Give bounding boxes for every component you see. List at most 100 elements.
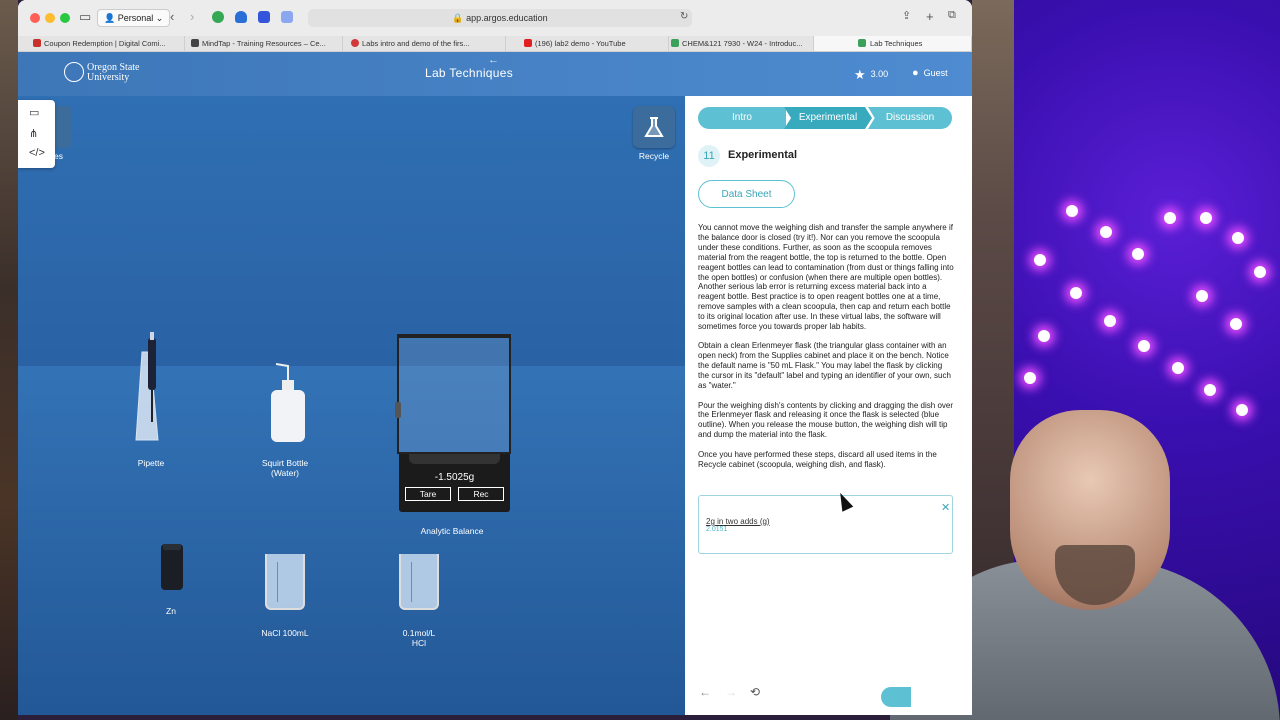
- view-tools-panel: ▭ ⋔ </>: [18, 100, 55, 168]
- step-number-badge: 11: [698, 145, 720, 167]
- balance-door-handle[interactable]: [395, 402, 401, 418]
- instruction-text: You cannot move the weighing dish and tr…: [698, 223, 954, 479]
- back-icon[interactable]: ‹: [170, 9, 174, 24]
- zn-bottle-cap: [163, 544, 181, 550]
- step-intro[interactable]: Intro: [698, 107, 786, 129]
- pipette-label: Pipette: [137, 458, 165, 468]
- zn-bottle[interactable]: [161, 544, 183, 590]
- step-title: Experimental: [728, 149, 798, 161]
- share-icon[interactable]: ⇪: [902, 9, 911, 22]
- hierarchy-icon[interactable]: ⋔: [29, 127, 38, 140]
- tab-favicon: [524, 39, 532, 47]
- tab-favicon: [33, 39, 41, 47]
- user-menu[interactable]: ● Guest: [912, 67, 948, 79]
- profile-name: Personal: [117, 13, 154, 23]
- minimize-window-button[interactable]: [45, 13, 55, 23]
- tab-label: Labs intro and demo of the firs...: [362, 39, 470, 48]
- record-button[interactable]: Rec: [458, 487, 504, 501]
- close-icon[interactable]: ✕: [941, 501, 950, 514]
- forward-icon[interactable]: ›: [190, 9, 194, 24]
- argos-app: Oregon State University Lab Techniques ← …: [18, 52, 972, 715]
- tab-coupon[interactable]: Coupon Redemption | Digital Comi...: [30, 36, 185, 51]
- browser-toolbar: ▭ 👤 Personal ⌄ ‹ › 🔒 app.argos.education…: [18, 0, 972, 36]
- close-window-button[interactable]: [30, 13, 40, 23]
- cloud-extension-icon[interactable]: [235, 11, 247, 23]
- previous-step-icon[interactable]: ←: [699, 685, 711, 699]
- tab-favicon: [858, 39, 866, 47]
- submit-button[interactable]: [881, 687, 911, 707]
- nacl-label: NaCl 100mL: [261, 628, 309, 638]
- recycle-flask-icon: [644, 117, 664, 137]
- app-header: Oregon State University Lab Techniques ← …: [18, 52, 972, 96]
- recycle-button[interactable]: [633, 106, 675, 148]
- tab-overview-icon[interactable]: ⧉: [948, 9, 956, 22]
- instruction-paragraph: You cannot move the weighing dish and tr…: [698, 223, 954, 332]
- analytic-balance[interactable]: -1.5025g Tare Rec: [399, 454, 510, 512]
- tab-labs-intro[interactable]: Labs intro and demo of the firs...: [348, 36, 506, 51]
- balance-readout: -1.5025g: [434, 472, 475, 483]
- nacl-beaker[interactable]: [265, 554, 305, 610]
- star-icon: ★: [854, 67, 866, 82]
- hcl-beaker[interactable]: [399, 554, 439, 610]
- user-icon: ●: [912, 67, 919, 79]
- reload-icon[interactable]: ↻: [680, 11, 688, 22]
- profile-switcher[interactable]: 👤 Personal ⌄: [97, 9, 171, 27]
- instruction-paragraph: Obtain a clean Erlenmeyer flask (the tri…: [698, 341, 951, 391]
- tab-strip: Coupon Redemption | Digital Comi... Mind…: [18, 36, 972, 52]
- url-text: app.argos.education: [466, 13, 548, 23]
- recycle-label: Recycle: [638, 151, 670, 161]
- squirt-bottle-label-line2: (Water): [270, 468, 299, 478]
- instruction-panel: Intro Experimental Discussion 11 Experim…: [685, 96, 972, 715]
- desktop-background-left: [0, 0, 18, 720]
- tab-lab-techniques[interactable]: Lab Techniques: [814, 36, 972, 51]
- tab-favicon: [351, 39, 359, 47]
- beaker-graduations: [277, 562, 295, 602]
- panel-footer-nav: ← → ⟲: [695, 685, 965, 705]
- grammarly-extension-icon[interactable]: [212, 11, 224, 23]
- squirt-bottle[interactable]: [268, 362, 306, 444]
- monitor-icon[interactable]: ▭: [29, 106, 39, 119]
- new-tab-icon[interactable]: +: [926, 9, 934, 24]
- browser-window: ▭ 👤 Personal ⌄ ‹ › 🔒 app.argos.education…: [18, 0, 972, 715]
- address-bar[interactable]: 🔒 app.argos.education: [308, 9, 692, 27]
- hcl-label-line1: 0.1mol/L: [402, 628, 436, 638]
- data-sheet-button[interactable]: Data Sheet: [698, 180, 795, 208]
- step-navigation: Intro Experimental Discussion: [698, 107, 952, 129]
- tab-favicon: [191, 39, 199, 47]
- instruction-paragraph: Once you have performed these steps, dis…: [698, 449, 937, 469]
- tab-label: (196) lab2 demo - YouTube: [535, 39, 626, 48]
- zoom-window-button[interactable]: [60, 13, 70, 23]
- next-step-icon[interactable]: →: [725, 685, 737, 699]
- step-experimental[interactable]: Experimental: [784, 107, 872, 129]
- tab-youtube[interactable]: (196) lab2 demo - YouTube: [521, 36, 669, 51]
- squirt-bottle-label: Squirt Bottle (Water): [248, 458, 322, 478]
- squirt-bottle-icon: [271, 363, 305, 442]
- collapse-arrow-icon[interactable]: ←: [488, 54, 499, 66]
- supplies-cabinet-button[interactable]: [55, 106, 71, 148]
- tab-mindtap[interactable]: MindTap - Training Resources – Ce...: [188, 36, 343, 51]
- pipette[interactable]: [128, 332, 174, 442]
- sidebar-toggle-icon[interactable]: ▭: [79, 9, 91, 25]
- recorded-value-card[interactable]: ✕ 2g in two adds (g) 2.0151: [698, 495, 953, 554]
- lab-floor: [18, 366, 685, 715]
- tab-chem121[interactable]: CHEM&121 7930 - W24 - Introduc...: [668, 36, 814, 51]
- instruction-paragraph: Pour the weighing dish's contents by cli…: [698, 400, 954, 440]
- tab-favicon: [671, 39, 679, 47]
- app-title: Lab Techniques: [424, 66, 514, 80]
- history-icon[interactable]: ⟲: [750, 685, 760, 699]
- code-icon[interactable]: </>: [29, 147, 45, 159]
- supplies-label-cut: es: [54, 151, 63, 161]
- tab-label: Lab Techniques: [870, 39, 923, 48]
- logo-line-2: University: [87, 72, 130, 83]
- lab-scene[interactable]: es ▭ ⋔ </> Recycle Pipette Squirt Bottle…: [18, 96, 685, 715]
- reader-extension-icon[interactable]: [281, 11, 293, 23]
- balance-glass-cabinet[interactable]: [395, 334, 511, 454]
- tare-button[interactable]: Tare: [405, 487, 451, 501]
- osu-seal-icon: [64, 62, 84, 82]
- shield-extension-icon[interactable]: [258, 11, 270, 23]
- pipette-icon: [135, 332, 159, 441]
- step-discussion[interactable]: Discussion: [868, 107, 952, 129]
- beaker-graduations: [411, 562, 429, 602]
- balance-pan: [409, 454, 500, 464]
- balance-label: Analytic Balance: [420, 526, 484, 536]
